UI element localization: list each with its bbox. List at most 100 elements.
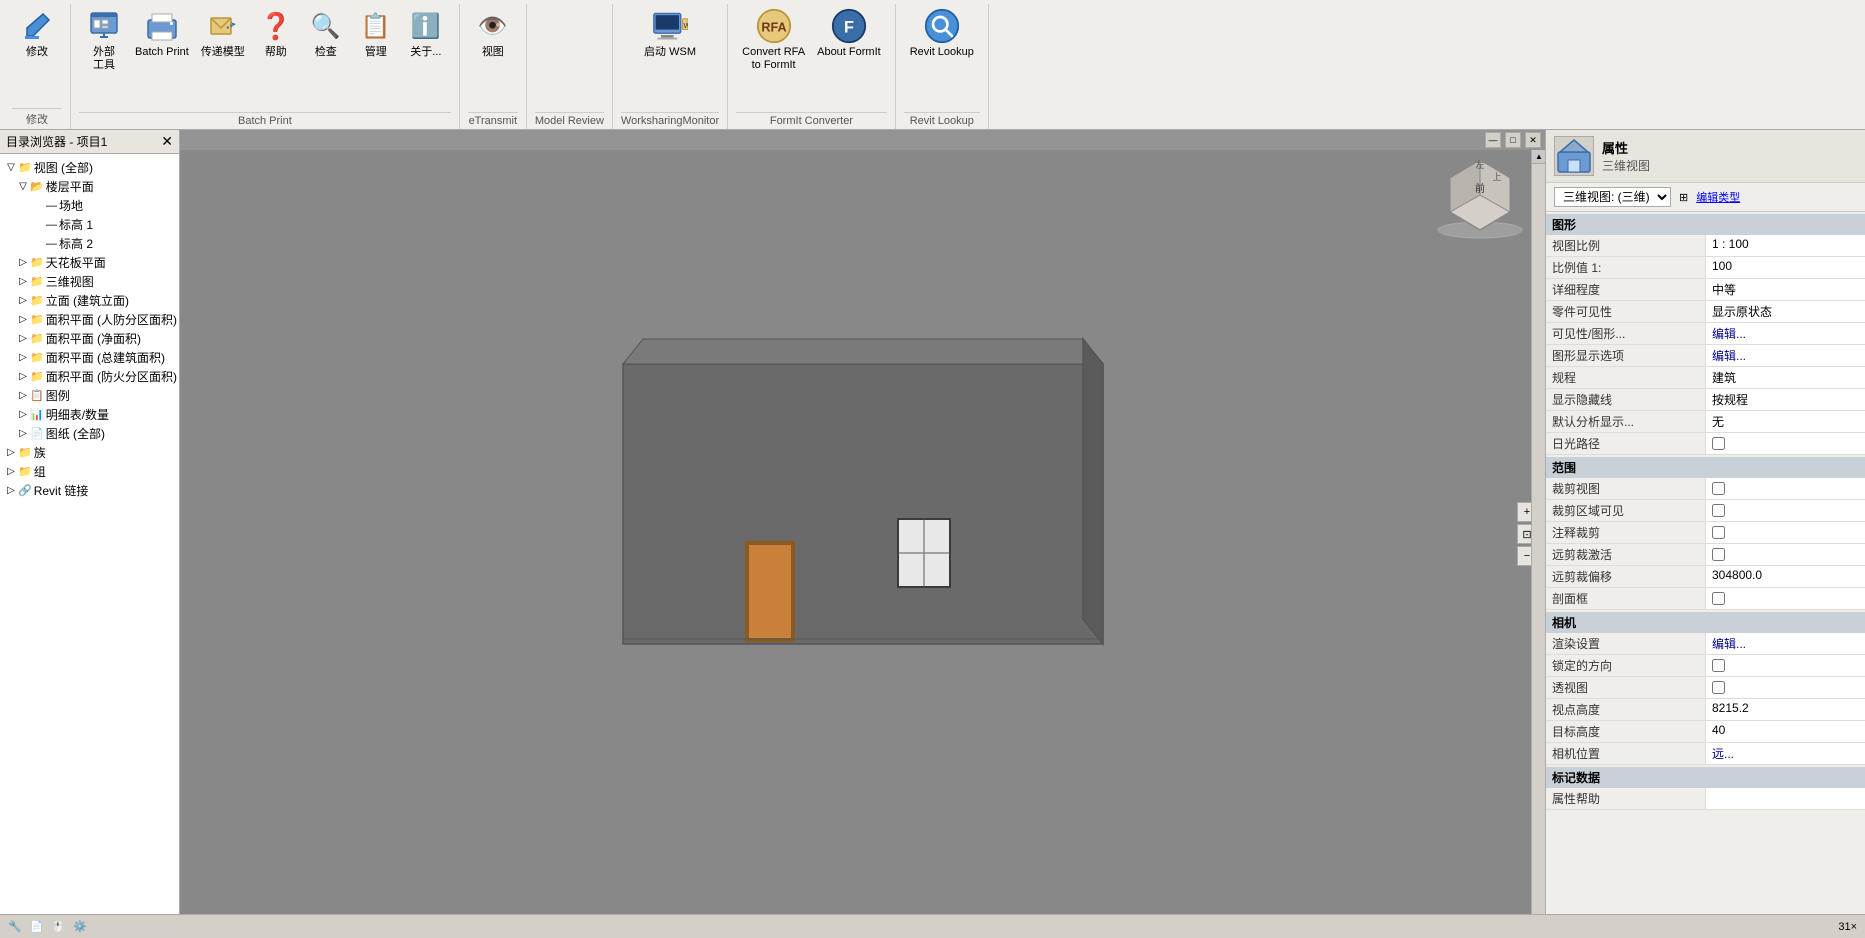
- tree-item-site[interactable]: — 场地: [0, 196, 179, 215]
- revit-lookup-button[interactable]: Revit Lookup: [904, 4, 980, 63]
- tree-item-area-total[interactable]: ▷ 📁 面积平面 (总建筑面积): [0, 348, 179, 367]
- toggle-area-fire[interactable]: ▷: [16, 371, 30, 382]
- area-fire-label: 面积平面 (防火分区面积): [46, 368, 177, 385]
- ribbon-group-formit: RFA Convert RFAto FormIt F About FormIt …: [728, 4, 896, 129]
- toggle-sheets[interactable]: ▷: [16, 428, 30, 439]
- prop-value-camera-position[interactable]: 远...: [1706, 743, 1865, 764]
- building-3d-view: [603, 324, 1123, 744]
- toggle-legend[interactable]: ▷: [16, 390, 30, 401]
- prop-value-visibility-graphics[interactable]: 编辑...: [1706, 323, 1865, 344]
- toggle-families[interactable]: ▷: [4, 447, 18, 458]
- toggle-3d[interactable]: ▷: [16, 276, 30, 287]
- tree-item-floor-plan[interactable]: ▽ 📂 楼层平面: [0, 177, 179, 196]
- viewport-scrollbar[interactable]: ▲ ▼: [1531, 150, 1545, 938]
- schedules-icon: 📊: [30, 408, 44, 421]
- tree-item-legend[interactable]: ▷ 📋 图例: [0, 386, 179, 405]
- batch-print-button[interactable]: Batch Print: [129, 4, 195, 63]
- ribbon-group-model-review-label: Model Review: [535, 112, 604, 129]
- wsm-button[interactable]: W 启动 WSM: [638, 4, 702, 63]
- prop-value-sun-path[interactable]: [1706, 433, 1865, 454]
- prop-header-icon: [1554, 136, 1594, 176]
- tree-item-3d[interactable]: ▷ 📁 三维视图: [0, 272, 179, 291]
- site-icon: —: [46, 200, 57, 212]
- tree-item-area-civil[interactable]: ▷ 📁 面积平面 (人防分区面积): [0, 310, 179, 329]
- toggle-views-all[interactable]: ▽: [4, 162, 18, 173]
- tree-item-sheets[interactable]: ▷ 📄 图纸 (全部): [0, 424, 179, 443]
- svg-text:左: 左: [1475, 159, 1484, 170]
- toggle-elevation[interactable]: ▷: [16, 295, 30, 306]
- browser-close-button[interactable]: ✕: [161, 133, 173, 150]
- ribbon-group-wsm-inner: W 启动 WSM: [638, 4, 702, 112]
- section-box-checkbox[interactable]: [1712, 592, 1725, 605]
- prop-row-analysis-display: 默认分析显示... 无: [1546, 411, 1865, 433]
- ceiling-label: 天花板平面: [46, 254, 106, 271]
- toggle-area-total[interactable]: ▷: [16, 352, 30, 363]
- manage-button[interactable]: 📋 管理: [351, 4, 401, 63]
- ceiling-icon: 📁: [30, 256, 44, 269]
- tree-item-elev2[interactable]: — 标高 2: [0, 234, 179, 253]
- toggle-schedules[interactable]: ▷: [16, 409, 30, 420]
- tree-item-elevation[interactable]: ▷ 📁 立面 (建筑立面): [0, 291, 179, 310]
- sun-path-checkbox[interactable]: [1712, 437, 1725, 450]
- toggle-area-net[interactable]: ▷: [16, 333, 30, 344]
- prop-row-detail-level: 详细程度 中等: [1546, 279, 1865, 301]
- viewport[interactable]: — □ ✕ 前 左 上: [180, 130, 1545, 938]
- status-text-1: 📄: [30, 920, 44, 933]
- toggle-revit-links[interactable]: ▷: [4, 485, 18, 496]
- convert-rfa-button[interactable]: RFA Convert RFAto FormIt: [736, 4, 811, 76]
- prop-label-hidden-lines: 显示隐藏线: [1546, 389, 1706, 410]
- revit-lookup-label: Revit Lookup: [910, 46, 974, 59]
- far-clip-active-checkbox[interactable]: [1712, 548, 1725, 561]
- annotation-crop-checkbox[interactable]: [1712, 526, 1725, 539]
- tree-item-families[interactable]: ▷ 📁 族: [0, 443, 179, 462]
- crop-view-checkbox[interactable]: [1712, 482, 1725, 495]
- prop-value-eye-elevation: 8215.2: [1706, 699, 1865, 720]
- families-label: 族: [34, 444, 46, 461]
- prop-value-render-settings[interactable]: 编辑...: [1706, 633, 1865, 654]
- prop-value-section-box[interactable]: [1706, 588, 1865, 609]
- prop-label-perspective: 透视图: [1546, 677, 1706, 698]
- edit-type-button[interactable]: ⊞: [1679, 191, 1688, 204]
- prop-value-annotation-crop[interactable]: [1706, 522, 1865, 543]
- scroll-up-arrow[interactable]: ▲: [1532, 150, 1545, 164]
- area-fire-icon: 📁: [30, 370, 44, 383]
- prop-value-graphics-display[interactable]: 编辑...: [1706, 345, 1865, 366]
- tree-item-area-net[interactable]: ▷ 📁 面积平面 (净面积): [0, 329, 179, 348]
- etransmit-button[interactable]: 传递模型: [195, 4, 251, 63]
- tree-item-area-fire[interactable]: ▷ 📁 面积平面 (防火分区面积): [0, 367, 179, 386]
- nav-cube[interactable]: 前 左 上: [1425, 140, 1535, 250]
- external-tools-button[interactable]: 外部工具: [79, 4, 129, 76]
- modify-button[interactable]: 修改: [12, 4, 62, 63]
- toggle-ceiling[interactable]: ▷: [16, 257, 30, 268]
- toggle-area-civil[interactable]: ▷: [16, 314, 30, 325]
- prop-value-perspective[interactable]: [1706, 677, 1865, 698]
- prop-value-lock-orientation[interactable]: [1706, 655, 1865, 676]
- toggle-floor-plan[interactable]: ▽: [16, 181, 30, 192]
- status-version: 31×: [1838, 921, 1857, 933]
- prop-view-select[interactable]: 三维视图: (三维): [1554, 187, 1671, 207]
- sheets-label: 图纸 (全部): [46, 425, 105, 442]
- prop-value-target-elevation: 40: [1706, 721, 1865, 742]
- tree-item-views-all[interactable]: ▽ 📁 视图 (全部): [0, 158, 179, 177]
- tree-item-schedules[interactable]: ▷ 📊 明细表/数量: [0, 405, 179, 424]
- tree-item-groups[interactable]: ▷ 📁 组: [0, 462, 179, 481]
- perspective-checkbox[interactable]: [1712, 681, 1725, 694]
- prop-value-crop-visible[interactable]: [1706, 500, 1865, 521]
- inspect-button[interactable]: 🔍 检查: [301, 4, 351, 63]
- prop-row-underlay-help: 属性帮助: [1546, 788, 1865, 810]
- lock-orientation-checkbox[interactable]: [1712, 659, 1725, 672]
- prop-value-crop-view[interactable]: [1706, 478, 1865, 499]
- edit-type-link[interactable]: 编辑类型: [1696, 189, 1740, 205]
- area-civil-icon: 📁: [30, 313, 44, 326]
- svg-text:RFA: RFA: [761, 20, 786, 34]
- about-formit-button[interactable]: F About FormIt: [811, 4, 887, 63]
- view-button[interactable]: 👁️ 视图: [468, 4, 518, 63]
- crop-visible-checkbox[interactable]: [1712, 504, 1725, 517]
- help-button[interactable]: ❓ 帮助: [251, 4, 301, 63]
- about-button[interactable]: ℹ️ 关于...: [401, 4, 451, 63]
- tree-item-revit-links[interactable]: ▷ 🔗 Revit 链接: [0, 481, 179, 500]
- tree-item-elev1[interactable]: — 标高 1: [0, 215, 179, 234]
- prop-value-far-clip-active[interactable]: [1706, 544, 1865, 565]
- toggle-groups[interactable]: ▷: [4, 466, 18, 477]
- tree-item-ceiling[interactable]: ▷ 📁 天花板平面: [0, 253, 179, 272]
